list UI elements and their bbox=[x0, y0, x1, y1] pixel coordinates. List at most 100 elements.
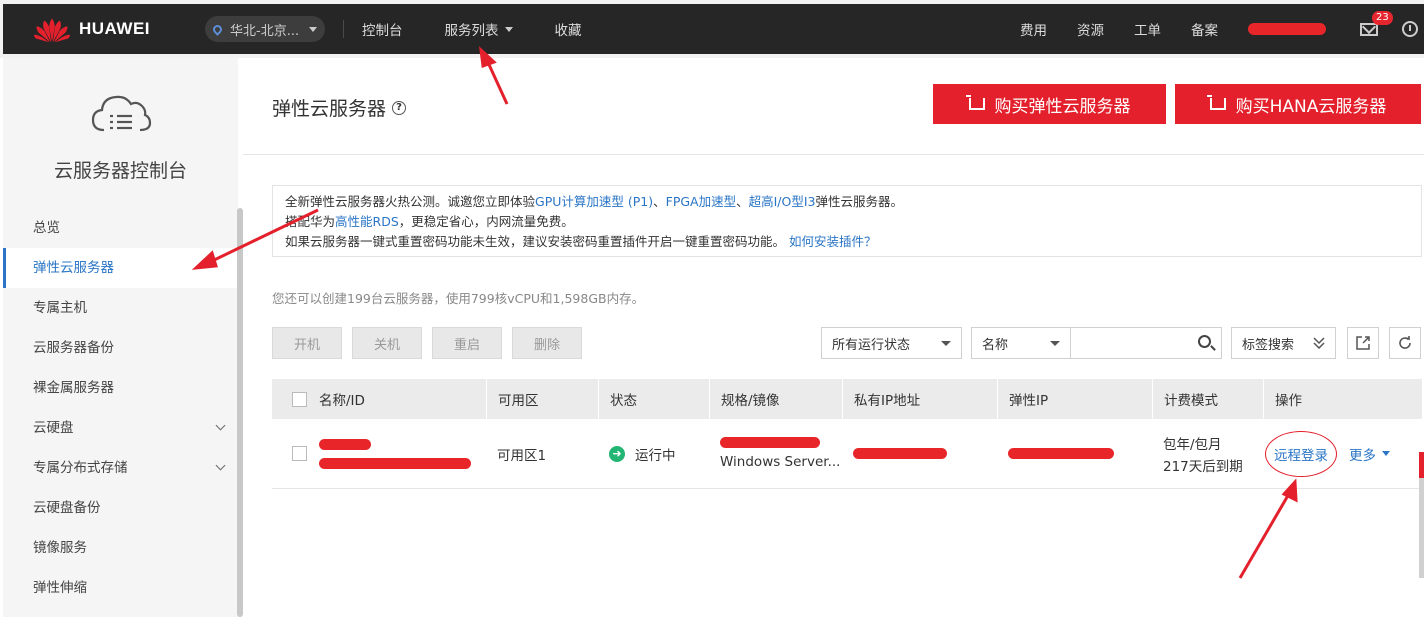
billing-mode: 包年/包月 bbox=[1163, 436, 1222, 453]
nav-favorites[interactable]: 收藏 bbox=[555, 19, 582, 39]
zone-value: 可用区1 bbox=[497, 447, 547, 464]
search-icon[interactable] bbox=[1198, 335, 1211, 348]
select-all-checkbox[interactable] bbox=[292, 391, 307, 407]
sidebar-item-disk-backup[interactable]: 云硬盘备份 bbox=[3, 488, 238, 528]
nav-resources[interactable]: 资源 bbox=[1077, 19, 1104, 39]
status-filter-select[interactable]: 所有运行状态 bbox=[821, 327, 962, 359]
export-button[interactable] bbox=[1347, 327, 1379, 359]
more-actions-dropdown[interactable]: 更多 bbox=[1349, 444, 1390, 464]
col-private-ip: 私有IP地址 bbox=[842, 379, 997, 419]
page-title: 弹性云服务器 ? bbox=[272, 94, 407, 121]
column-header: 可用区 bbox=[498, 393, 539, 409]
sidebar-item-overview[interactable]: 总览 bbox=[3, 208, 238, 248]
huawei-logo[interactable]: HUAWEI bbox=[33, 14, 203, 44]
status-filter-value: 所有运行状态 bbox=[832, 337, 911, 353]
sidebar: 云服务器控制台 总览 弹性云服务器 专属主机 云服务器备份 裸金属服务器 云硬盘… bbox=[3, 58, 238, 617]
col-actions: 操作 bbox=[1263, 379, 1422, 419]
tag-search-toggle[interactable]: 标签搜索 bbox=[1231, 327, 1336, 359]
running-status-icon: ➜ bbox=[609, 445, 625, 462]
region-selector[interactable]: 华北-北京... bbox=[205, 16, 325, 42]
mail-count-badge: 23 bbox=[1372, 10, 1393, 25]
restart-button[interactable]: 重启 bbox=[432, 327, 502, 359]
nav-console[interactable]: 控制台 bbox=[362, 19, 403, 39]
refresh-button[interactable] bbox=[1389, 327, 1421, 359]
sidebar-item-ecs[interactable]: 弹性云服务器 bbox=[3, 248, 238, 288]
nav-icp[interactable]: 备案 bbox=[1191, 19, 1218, 39]
notice-text: ，更稳定省心，内网流量免费。 bbox=[398, 214, 574, 229]
sidebar-item-label: 云硬盘备份 bbox=[33, 500, 101, 516]
sidebar-item-server-backup[interactable]: 云服务器备份 bbox=[3, 328, 238, 368]
page-scrollbar-marker bbox=[1419, 452, 1424, 478]
power-off-button[interactable]: 关机 bbox=[352, 327, 422, 359]
sidebar-item-label: 云服务器备份 bbox=[33, 340, 114, 356]
top-right-links: 费用 资源 工单 备案 23 bbox=[990, 10, 1424, 39]
col-billing: 计费模式 bbox=[1152, 379, 1263, 419]
link-io-i3[interactable]: 超高I/O型I3 bbox=[749, 194, 816, 209]
field-filter-select[interactable]: 名称 bbox=[971, 327, 1071, 359]
power-on-button[interactable]: 开机 bbox=[272, 327, 342, 359]
row-checkbox[interactable] bbox=[292, 446, 307, 461]
sidebar-item-label: 总览 bbox=[33, 220, 60, 236]
double-chevron-down-icon bbox=[1313, 337, 1325, 349]
cloud-server-icon bbox=[91, 95, 151, 132]
private-ip-redacted bbox=[853, 448, 947, 459]
page-title-text: 弹性云服务器 bbox=[272, 98, 387, 120]
sidebar-item-label: 专属主机 bbox=[33, 300, 87, 316]
sidebar-item-ims[interactable]: 镜像服务 bbox=[3, 528, 238, 568]
top-navigation: HUAWEI 华北-北京... 控制台 服务列表 收藏 费用 资源 工单 备案 … bbox=[3, 4, 1424, 54]
link-gpu-p1[interactable]: GPU计算加速型 (P1) bbox=[535, 194, 653, 209]
billing-expiry: 217天后到期 bbox=[1163, 458, 1243, 475]
buy-hana-button[interactable]: 购买HANA云服务器 bbox=[1175, 84, 1421, 124]
col-eip: 弹性IP bbox=[997, 379, 1152, 419]
column-header: 计费模式 bbox=[1164, 393, 1218, 409]
nav-service-list[interactable]: 服务列表 bbox=[445, 19, 513, 39]
clock-icon[interactable] bbox=[1402, 21, 1418, 37]
chevron-down-icon bbox=[504, 26, 513, 32]
col-status: 状态 bbox=[598, 379, 709, 419]
sidebar-item-evs[interactable]: 云硬盘 bbox=[3, 408, 238, 448]
notice-line-3: 如果云服务器一键式重置密码功能未生效，建议安装密码重置插件开启一键重置密码功能。… bbox=[285, 232, 1409, 252]
sidebar-item-label: 弹性伸缩 bbox=[33, 580, 87, 596]
help-icon[interactable]: ? bbox=[392, 100, 407, 115]
sidebar-item-autoscaling[interactable]: 弹性伸缩 bbox=[3, 568, 238, 608]
chevron-down-icon bbox=[309, 26, 317, 32]
server-name-id[interactable] bbox=[319, 438, 471, 469]
server-name-redacted[interactable] bbox=[319, 438, 371, 450]
cell-zone: 可用区1 bbox=[486, 419, 598, 488]
nav-billing[interactable]: 费用 bbox=[1020, 19, 1047, 39]
table-row[interactable]: 可用区1 ➜ 运行中 Windows Server... 包年/包月 217天后… bbox=[272, 419, 1422, 489]
chevron-down-icon bbox=[941, 340, 951, 346]
search-input[interactable] bbox=[1071, 327, 1222, 359]
cell-private-ip bbox=[842, 419, 997, 488]
nav-tickets[interactable]: 工单 bbox=[1134, 19, 1161, 39]
cart-icon bbox=[965, 95, 985, 110]
column-header: 弹性IP bbox=[1009, 393, 1049, 409]
nav-service-list-label: 服务列表 bbox=[444, 23, 499, 39]
mail-icon[interactable]: 23 bbox=[1360, 10, 1393, 36]
sidebar-item-dss[interactable]: 专属分布式存储 bbox=[3, 448, 238, 488]
username-redacted[interactable] bbox=[1248, 23, 1326, 35]
sidebar-item-label: 弹性云服务器 bbox=[33, 260, 114, 276]
sidebar-header: 云服务器控制台 bbox=[3, 58, 238, 198]
server-id-redacted bbox=[319, 457, 471, 469]
link-fpga[interactable]: FPGA加速型 bbox=[666, 194, 736, 209]
field-filter-value: 名称 bbox=[982, 337, 1009, 353]
cart-icon bbox=[1206, 95, 1226, 110]
sidebar-item-dedicated-host[interactable]: 专属主机 bbox=[3, 288, 238, 328]
flavor-redacted bbox=[720, 437, 820, 448]
link-install-plugin[interactable]: 如何安装插件？ bbox=[789, 234, 877, 249]
chevron-down-icon bbox=[1382, 451, 1390, 456]
eip-redacted bbox=[1008, 448, 1114, 459]
sidebar-item-label: 镜像服务 bbox=[33, 540, 87, 556]
flavor-image: Windows Server... bbox=[720, 437, 840, 470]
sidebar-item-bare-metal[interactable]: 裸金属服务器 bbox=[3, 368, 238, 408]
column-header: 名称/ID bbox=[319, 393, 365, 409]
sidebar-title: 云服务器控制台 bbox=[53, 160, 187, 182]
region-label: 华北-北京... bbox=[230, 23, 300, 39]
delete-button[interactable]: 删除 bbox=[512, 327, 582, 359]
table-header: 名称/ID 可用区 状态 规格/镜像 私有IP地址 弹性IP 计费模式 操作 bbox=[272, 379, 1422, 419]
huawei-flower-icon bbox=[33, 18, 71, 43]
link-rds[interactable]: 高性能RDS bbox=[335, 214, 399, 229]
buy-ecs-button[interactable]: 购买弹性云服务器 bbox=[933, 84, 1166, 124]
remote-login-link[interactable]: 远程登录 bbox=[1265, 430, 1337, 477]
